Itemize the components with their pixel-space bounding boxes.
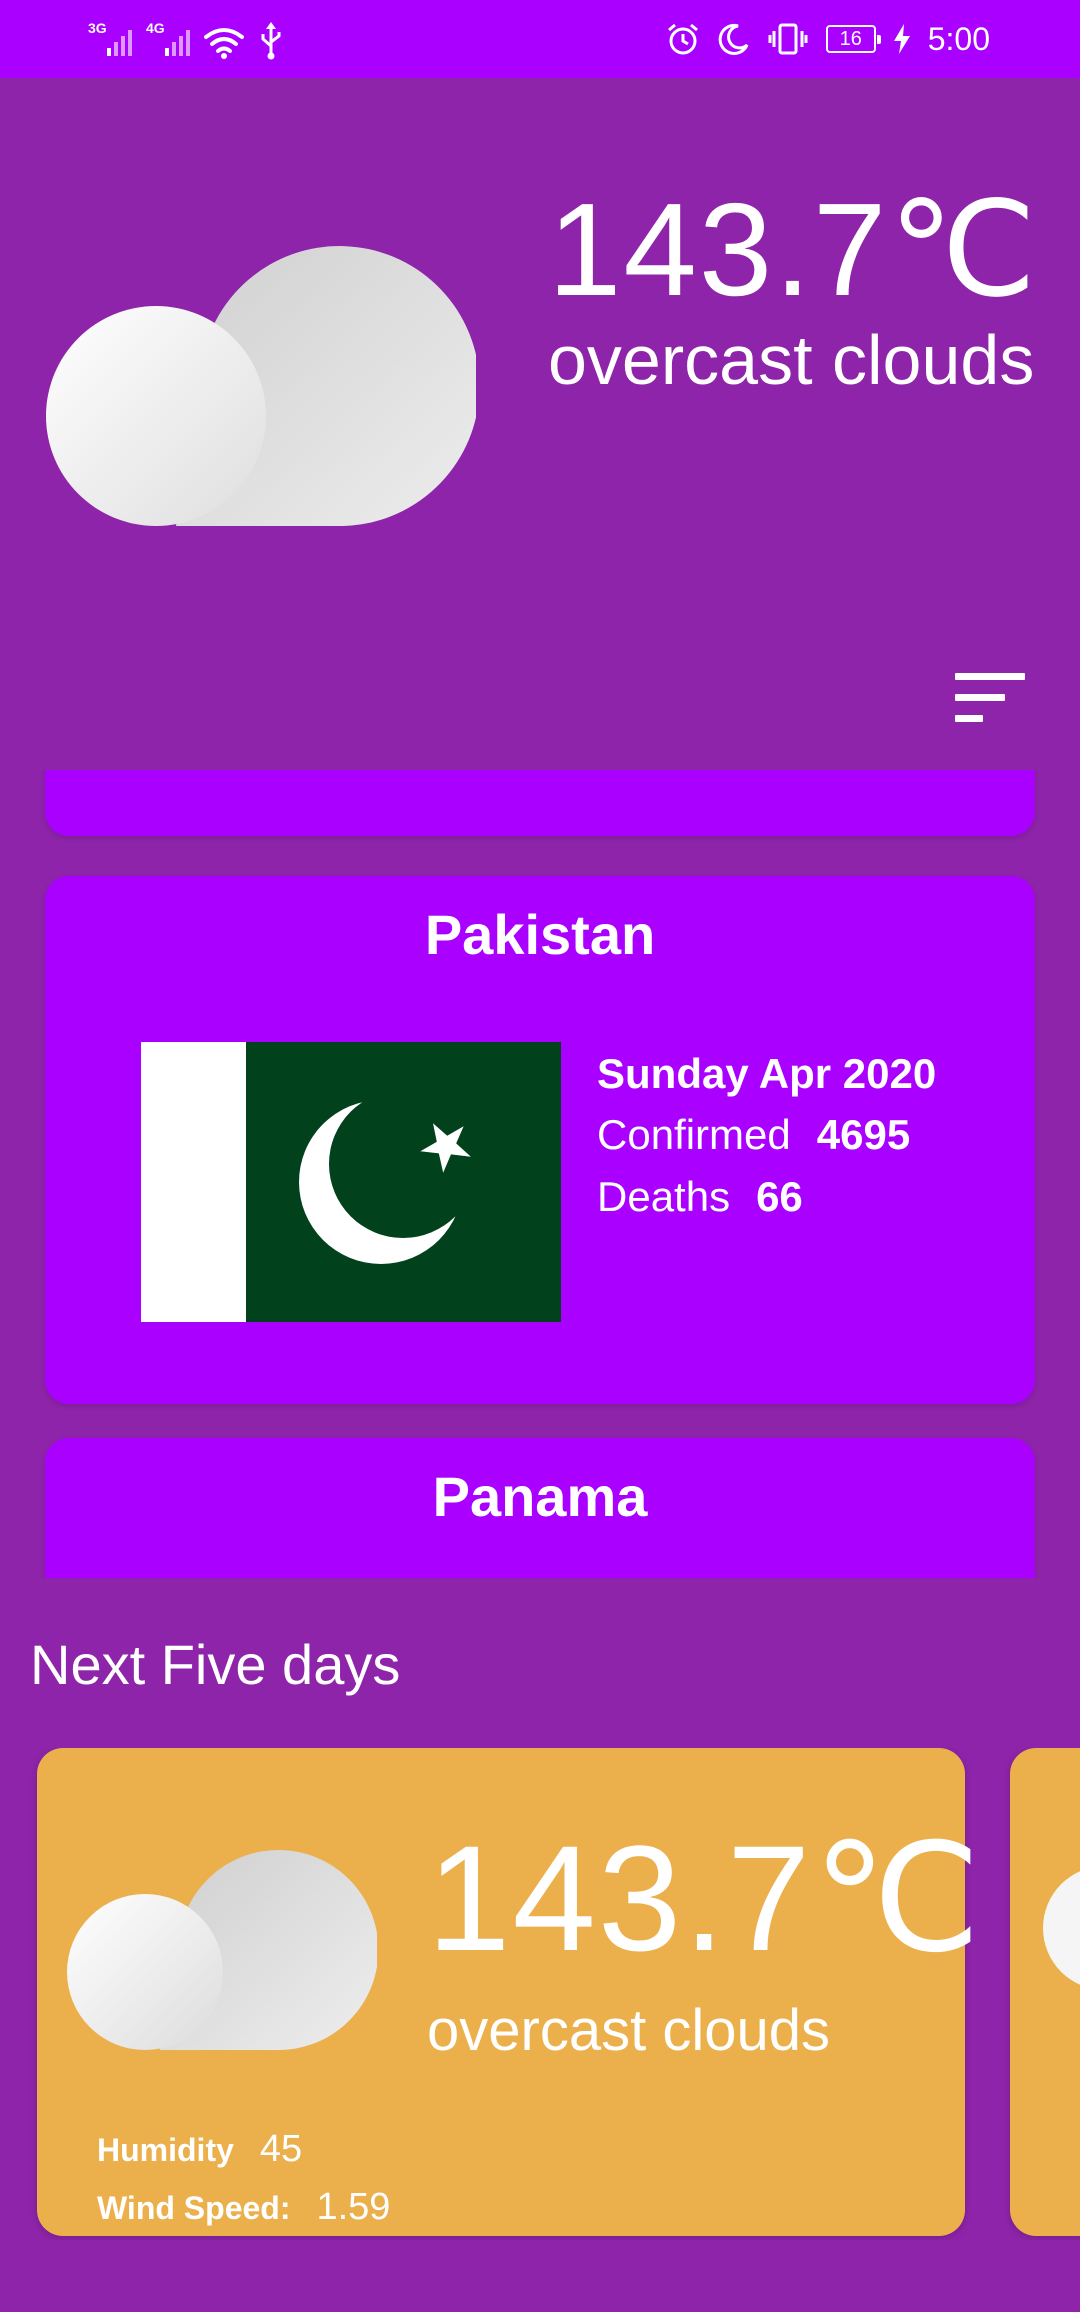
country-name: Panama — [432, 1465, 648, 1528]
country-list[interactable]: Pakistan Sunday Apr 2020 Confirmed 4695 D… — [0, 770, 1080, 1578]
status-left: 3G 4G — [88, 18, 284, 60]
forecast-temperature: 143.7℃ — [427, 1814, 983, 1982]
network-type-1: 3G — [88, 20, 107, 36]
alarm-icon — [667, 23, 698, 55]
cloud-icon — [46, 246, 476, 526]
forecast-carousel[interactable]: 143.7℃ overcast clouds Humidity 45 Wind S… — [0, 1748, 1080, 2240]
cloud-icon — [67, 1850, 377, 2050]
forecast-details: Humidity 45 Wind Speed: 1.59 — [97, 2128, 390, 2240]
current-temperature: 143.7℃ — [548, 176, 1039, 323]
humidity-value: 45 — [259, 2128, 303, 2170]
confirmed-label: Confirmed — [597, 1111, 791, 1158]
deaths-label: Deaths — [597, 1173, 731, 1220]
sort-icon[interactable] — [950, 668, 1030, 728]
forecast-description: overcast clouds — [427, 1998, 830, 2063]
wind-value: 1.59 — [316, 2186, 391, 2228]
deaths-value: 66 — [756, 1173, 803, 1220]
pakistan-flag-icon — [141, 1042, 561, 1322]
signal-3g-icon: 3G — [88, 20, 132, 60]
forecast-title: Next Five days — [30, 1633, 401, 1696]
usb-icon — [261, 22, 281, 60]
stats-date: Sunday Apr 2020 — [597, 1050, 937, 1097]
country-name: Pakistan — [424, 903, 656, 966]
status-bar: 3G 4G 16 5:00 — [0, 0, 1080, 78]
country-card-pakistan[interactable]: Pakistan Sunday Apr 2020 Confirmed 4695 D… — [45, 876, 1035, 1404]
forecast-card[interactable] — [1010, 1748, 1080, 2236]
charging-icon — [893, 24, 910, 54]
battery-icon: 16 — [825, 25, 881, 53]
status-time: 5:00 — [927, 20, 990, 57]
vibrate-icon — [768, 23, 808, 55]
signal-4g-icon: 4G — [146, 20, 190, 60]
forecast-card[interactable]: 143.7℃ overcast clouds Humidity 45 Wind S… — [37, 1748, 981, 2236]
moon-icon — [718, 23, 749, 55]
confirmed-row: Confirmed 4695 — [597, 1104, 936, 1166]
deaths-row: Deaths 66 — [597, 1166, 936, 1228]
status-right: 16 5:00 — [666, 18, 990, 60]
humidity-row: Humidity 45 — [97, 2128, 390, 2186]
wifi-icon — [204, 28, 244, 59]
country-card[interactable] — [45, 770, 1035, 836]
current-description: overcast clouds — [548, 321, 1035, 399]
confirmed-value: 4695 — [816, 1111, 911, 1158]
wind-row: Wind Speed: 1.59 — [97, 2186, 390, 2240]
network-type-2: 4G — [146, 20, 165, 36]
country-stats: Sunday Apr 2020 Confirmed 4695 Deaths 66 — [597, 1044, 936, 1228]
country-card-panama[interactable]: Panama — [45, 1438, 1035, 1578]
cloud-icon — [1035, 1858, 1080, 1998]
wind-label: Wind Speed: — [97, 2190, 291, 2226]
battery-level: 16 — [839, 27, 862, 50]
humidity-label: Humidity — [97, 2132, 234, 2168]
